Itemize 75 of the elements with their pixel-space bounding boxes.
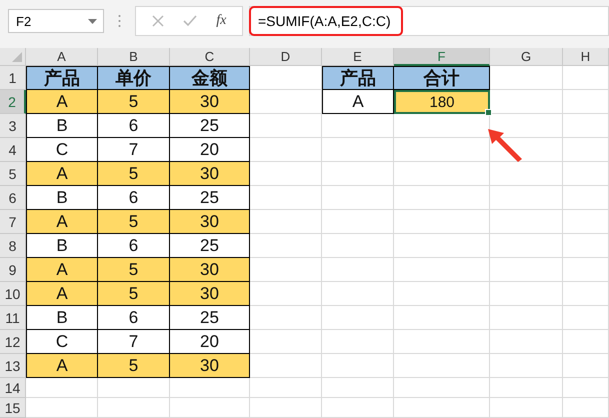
table-cell: A xyxy=(26,210,98,234)
table-cell: A xyxy=(26,90,98,114)
table-cell: 7 xyxy=(98,138,170,162)
column-header[interactable]: G xyxy=(490,48,563,66)
select-all-icon[interactable] xyxy=(12,52,22,62)
table-cell: A xyxy=(26,162,98,186)
column-header[interactable]: B xyxy=(98,48,170,66)
grip-icon xyxy=(118,14,121,28)
column-header[interactable]: E xyxy=(322,48,394,66)
row-header[interactable]: 13 xyxy=(0,354,26,378)
table-cell: 6 xyxy=(98,114,170,138)
row-header[interactable]: 12 xyxy=(0,330,26,354)
table-cell[interactable]: 180 xyxy=(394,90,490,114)
row-header[interactable]: 2 xyxy=(0,90,26,114)
row-header[interactable]: 6 xyxy=(0,186,26,210)
caret-icon xyxy=(88,18,97,24)
row-header[interactable]: 5 xyxy=(0,162,26,186)
table-cell: 30 xyxy=(170,282,250,306)
table-cell: C xyxy=(26,330,98,354)
column-header[interactable]: D xyxy=(250,48,322,66)
table-cell: 25 xyxy=(170,306,250,330)
table-cell: 25 xyxy=(170,234,250,258)
table-cell: 30 xyxy=(170,210,250,234)
formula-field[interactable]: =SUMIF(A:A,E2,C:C) xyxy=(249,6,403,36)
table-cell: A xyxy=(26,282,98,306)
table-cell: 20 xyxy=(170,138,250,162)
row-header[interactable]: 3 xyxy=(0,114,26,138)
table-cell: 6 xyxy=(98,186,170,210)
header-cell: 单价 xyxy=(98,66,170,90)
column-header[interactable]: C xyxy=(170,48,250,66)
table-cell: 25 xyxy=(170,186,250,210)
row-header[interactable]: 4 xyxy=(0,138,26,162)
table-cell: C xyxy=(26,138,98,162)
header-cell: 产品 xyxy=(26,66,98,90)
table-cell: 5 xyxy=(98,354,170,378)
table-cell: 30 xyxy=(170,258,250,282)
table-cell: A xyxy=(26,258,98,282)
header-cell: 合计 xyxy=(394,66,490,90)
header-cell: 金额 xyxy=(170,66,250,90)
row-header[interactable]: 1 xyxy=(0,66,26,90)
column-header[interactable]: A xyxy=(26,48,98,66)
table-cell: B xyxy=(26,186,98,210)
insert-function-button[interactable]: fx xyxy=(216,13,226,29)
name-box[interactable]: F2 xyxy=(8,9,104,33)
row-header[interactable]: 11 xyxy=(0,306,26,330)
row-header[interactable]: 15 xyxy=(0,398,26,418)
table-cell: B xyxy=(26,306,98,330)
table-cell: 20 xyxy=(170,330,250,354)
table-cell: 30 xyxy=(170,354,250,378)
table-cell: 5 xyxy=(98,282,170,306)
fill-handle[interactable] xyxy=(485,109,492,116)
header-cell: 产品 xyxy=(322,66,394,90)
table-cell: B xyxy=(26,234,98,258)
table-cell: 30 xyxy=(170,162,250,186)
table-cell: 6 xyxy=(98,306,170,330)
row-header[interactable]: 8 xyxy=(0,234,26,258)
table-cell: B xyxy=(26,114,98,138)
table-cell: A xyxy=(322,90,394,114)
row-header[interactable]: 14 xyxy=(0,378,26,398)
row-header[interactable]: 7 xyxy=(0,210,26,234)
table-cell: 25 xyxy=(170,114,250,138)
table-cell: A xyxy=(26,354,98,378)
column-header[interactable]: H xyxy=(563,48,609,66)
row-header[interactable]: 10 xyxy=(0,282,26,306)
table-cell: 5 xyxy=(98,90,170,114)
table-cell: 30 xyxy=(170,90,250,114)
table-cell: 5 xyxy=(98,210,170,234)
cancel-icon[interactable] xyxy=(152,15,164,27)
check-icon[interactable] xyxy=(182,15,197,27)
table-cell: 5 xyxy=(98,162,170,186)
column-header[interactable]: F xyxy=(394,48,490,66)
table-cell: 5 xyxy=(98,258,170,282)
table-cell: 6 xyxy=(98,234,170,258)
row-header[interactable]: 9 xyxy=(0,258,26,282)
table-cell: 7 xyxy=(98,330,170,354)
